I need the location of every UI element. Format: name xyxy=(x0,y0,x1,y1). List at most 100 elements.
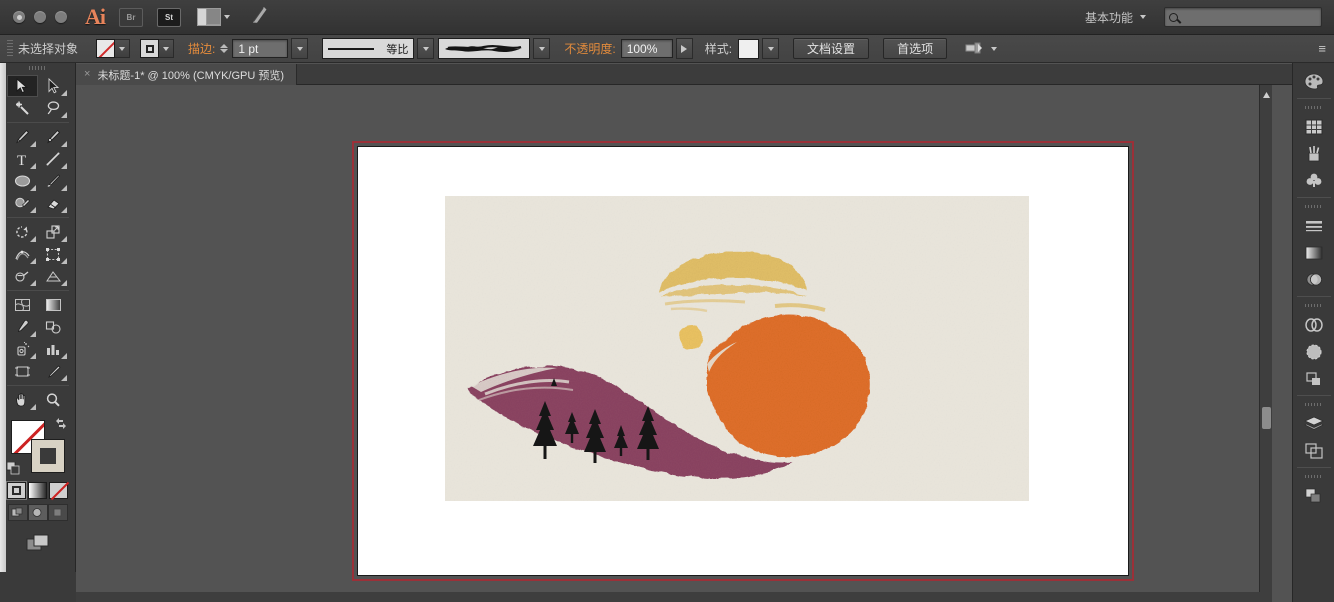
document-setup-button[interactable]: 文档设置 xyxy=(793,38,869,59)
align-chevron-icon[interactable] xyxy=(991,47,997,51)
width-tool[interactable] xyxy=(7,243,38,265)
graphic-style-arrow[interactable] xyxy=(762,38,779,59)
workspace-switcher[interactable]: 基本功能 xyxy=(1085,9,1146,26)
artboard-tool[interactable] xyxy=(7,360,38,382)
creative-cloud-libraries-panel-icon[interactable] xyxy=(1300,312,1328,337)
eyedropper-tool[interactable] xyxy=(7,316,38,338)
close-window-button[interactable] xyxy=(13,11,25,23)
curvature-tool[interactable] xyxy=(38,126,69,148)
opacity-flyout-arrow[interactable] xyxy=(676,38,693,59)
vertical-scroll-thumb[interactable] xyxy=(1262,407,1271,429)
brushes-panel-icon[interactable] xyxy=(1300,141,1328,166)
close-icon[interactable]: × xyxy=(84,69,90,80)
canvas-area[interactable] xyxy=(76,85,1272,602)
fill-swatch[interactable] xyxy=(96,39,115,58)
change-screen-mode-button[interactable] xyxy=(26,533,50,553)
swatches-panel-icon[interactable] xyxy=(1300,114,1328,139)
scale-tool[interactable] xyxy=(38,221,69,243)
stroke-color-box[interactable] xyxy=(31,439,65,473)
selection-tool[interactable] xyxy=(7,75,38,97)
rotate-tool[interactable] xyxy=(7,221,38,243)
pen-tool[interactable] xyxy=(7,126,38,148)
artboard[interactable] xyxy=(357,146,1129,576)
gradient-mode-button[interactable] xyxy=(28,482,47,499)
align-options-icon[interactable] xyxy=(965,41,985,57)
lasso-tool[interactable] xyxy=(38,97,69,119)
stroke-color-control[interactable] xyxy=(140,39,174,58)
stroke-swatch[interactable] xyxy=(140,39,159,58)
minimize-window-button[interactable] xyxy=(34,11,46,23)
stroke-weight-stepper[interactable] xyxy=(220,44,228,53)
zoom-tool[interactable] xyxy=(38,389,69,411)
stroke-weight-dropdown[interactable] xyxy=(291,38,308,59)
none-mode-button[interactable] xyxy=(49,482,68,499)
pathfinder-panel-icon[interactable] xyxy=(1300,483,1328,508)
symbol-sprayer-tool[interactable] xyxy=(7,338,38,360)
color-mode-button[interactable] xyxy=(7,482,26,499)
type-tool[interactable]: T xyxy=(7,148,38,170)
swap-fill-stroke-icon[interactable] xyxy=(54,417,68,433)
stroke-profile-arrow[interactable] xyxy=(417,38,434,59)
free-transform-tool[interactable] xyxy=(38,243,69,265)
stroke-profile-dropdown[interactable]: 等比 xyxy=(322,38,414,59)
direct-selection-tool[interactable] xyxy=(38,75,69,97)
gradient-tool[interactable] xyxy=(38,294,69,316)
mesh-tool[interactable] xyxy=(7,294,38,316)
fill-dropdown-arrow[interactable] xyxy=(115,39,130,58)
document-tab[interactable]: × 未标题-1* @ 100% (CMYK/GPU 预览) xyxy=(76,64,297,85)
opacity-input[interactable]: 100% xyxy=(621,39,673,58)
arrange-documents-button[interactable] xyxy=(197,8,230,26)
brush-definition-dropdown[interactable] xyxy=(438,38,530,59)
default-fill-stroke-icon[interactable] xyxy=(7,462,20,475)
line-segment-tool[interactable] xyxy=(38,148,69,170)
preferences-button[interactable]: 首选项 xyxy=(883,38,947,59)
stock-icon[interactable]: St xyxy=(157,8,181,27)
draw-inside-button[interactable] xyxy=(48,504,68,521)
symbols-panel-icon[interactable] xyxy=(1300,168,1328,193)
tools-panel-grip[interactable] xyxy=(0,63,75,73)
appearance-panel-icon[interactable] xyxy=(1300,339,1328,364)
panel-menu-button[interactable]: ≡ xyxy=(1318,41,1325,56)
stroke-dropdown-arrow[interactable] xyxy=(159,39,174,58)
color-panel-icon[interactable] xyxy=(1300,69,1328,94)
dock-group-grip[interactable] xyxy=(1305,104,1323,112)
tools-panel: T xyxy=(0,63,76,602)
layers-panel-icon[interactable] xyxy=(1300,411,1328,436)
fill-color-control[interactable] xyxy=(96,39,130,58)
gradient-panel-icon[interactable] xyxy=(1300,240,1328,265)
blend-tool[interactable] xyxy=(38,316,69,338)
transparency-panel-icon[interactable] xyxy=(1300,267,1328,292)
brush-definition-arrow[interactable] xyxy=(533,38,550,59)
shaper-tool[interactable] xyxy=(7,192,38,214)
maximize-window-button[interactable] xyxy=(55,11,67,23)
artwork-container[interactable] xyxy=(445,196,1029,506)
hand-tool[interactable] xyxy=(7,389,38,411)
shape-builder-tool[interactable] xyxy=(7,265,38,287)
draw-normal-button[interactable] xyxy=(8,504,28,521)
paintbrush-tool[interactable] xyxy=(38,170,69,192)
column-graph-tool[interactable] xyxy=(38,338,69,360)
stroke-panel-icon[interactable] xyxy=(1300,213,1328,238)
vertical-scrollbar[interactable] xyxy=(1259,85,1272,602)
align-panel-icon[interactable] xyxy=(1300,366,1328,391)
style-label: 样式: xyxy=(705,40,732,57)
magic-wand-tool[interactable] xyxy=(7,97,38,119)
control-bar-grip[interactable] xyxy=(7,40,13,58)
horizontal-scrollbar[interactable] xyxy=(76,592,1272,602)
slice-tool[interactable] xyxy=(38,360,69,382)
scroll-up-icon[interactable] xyxy=(1262,87,1271,96)
bridge-icon[interactable]: Br xyxy=(119,8,143,27)
dock-group-grip[interactable] xyxy=(1305,203,1323,211)
dock-group-grip[interactable] xyxy=(1305,401,1323,409)
dock-group-grip[interactable] xyxy=(1305,473,1323,481)
dock-group-grip[interactable] xyxy=(1305,302,1323,310)
draw-behind-button[interactable] xyxy=(28,504,48,521)
graphic-style-swatch[interactable] xyxy=(738,39,759,59)
eraser-tool[interactable] xyxy=(38,192,69,214)
stroke-weight-input[interactable]: 1 pt xyxy=(232,39,288,58)
artboards-panel-icon[interactable] xyxy=(1300,438,1328,463)
perspective-grid-tool[interactable] xyxy=(38,265,69,287)
ellipse-tool[interactable] xyxy=(7,170,38,192)
search-adobe-stock-box[interactable] xyxy=(1164,7,1322,27)
feather-icon[interactable] xyxy=(248,4,272,31)
